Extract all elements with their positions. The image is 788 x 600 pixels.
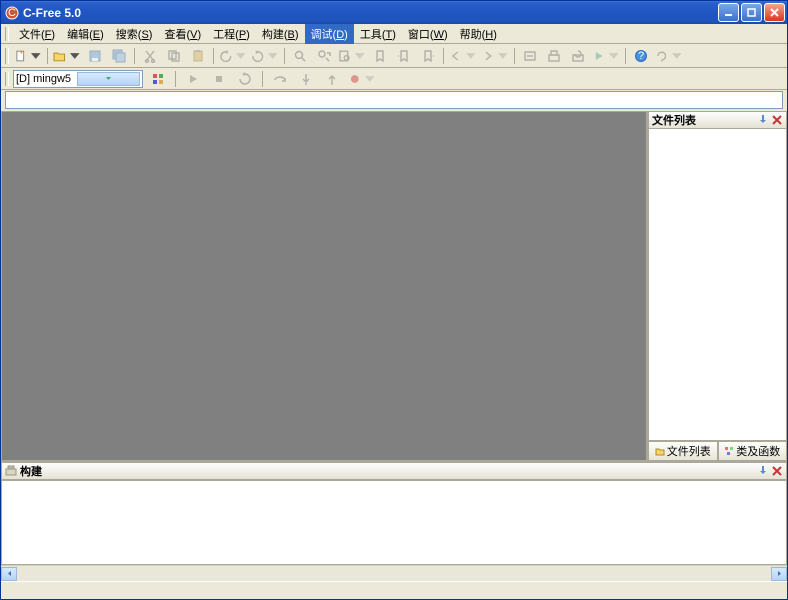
menu-bar: 文件(F) 编辑(E) 搜索(S) 查看(V) 工程(P) 构建(B) 调试(D… [1,24,787,44]
save-button[interactable] [84,46,106,66]
maximize-button[interactable] [741,3,762,22]
toolbar-separator [625,48,626,64]
output-panel: 构建 [1,461,787,581]
horizontal-scrollbar[interactable] [1,565,787,581]
build-config-value: [D] mingw5 [16,73,77,85]
find-in-files-button[interactable] [337,46,367,66]
config-settings-button[interactable] [147,69,169,89]
status-bar [1,581,787,599]
svg-text:C: C [8,7,16,19]
output-panel-title: 构建 [20,463,42,479]
toolbar-separator [47,48,48,64]
menu-file[interactable]: 文件(F) [13,24,61,44]
debug-restart-button[interactable] [234,69,256,89]
debug-stop-button[interactable] [208,69,230,89]
right-panel: 文件列表 文件列表 类及函数 [647,111,787,461]
step-into-button[interactable] [295,69,317,89]
address-bar[interactable] [5,91,783,109]
toolbar-separator [175,71,176,87]
bookmark-prev-button[interactable] [393,46,415,66]
menu-search[interactable]: 搜索(S) [110,24,159,44]
folder-icon [655,446,665,456]
copy-button[interactable] [163,46,185,66]
menu-help[interactable]: 帮助(H) [454,24,503,44]
help-context-button[interactable] [654,46,684,66]
class-icon [724,446,734,456]
debug-start-button[interactable] [182,69,204,89]
close-panel-icon[interactable] [771,114,783,126]
toolbar-separator [443,48,444,64]
config-grip [5,72,9,86]
right-panel-tabs: 文件列表 类及函数 [648,441,787,461]
bookmark-next-button[interactable] [417,46,439,66]
help-button[interactable]: ? [630,46,652,66]
menu-tools[interactable]: 工具(T) [354,24,402,44]
toolbar-separator [213,48,214,64]
new-file-button[interactable] [13,46,43,66]
workspace: 文件列表 文件列表 类及函数 [1,111,787,461]
tab-file-list[interactable]: 文件列表 [648,441,718,461]
save-all-button[interactable] [108,46,130,66]
window-title: C-Free 5.0 [23,6,718,20]
undo-button[interactable] [218,46,248,66]
menu-window[interactable]: 窗口(W) [402,24,454,44]
toolbar-separator [134,48,135,64]
step-over-button[interactable] [269,69,291,89]
cut-button[interactable] [139,46,161,66]
bookmark-button[interactable] [369,46,391,66]
scroll-right-button[interactable] [771,567,787,581]
tab-classes[interactable]: 类及函数 [718,441,788,461]
config-toolbar: [D] mingw5 [1,68,787,90]
file-list-panel-title: 文件列表 [652,112,696,128]
build-config-select[interactable]: [D] mingw5 [13,70,143,88]
chevron-down-icon [77,72,140,86]
compile-button[interactable] [519,46,541,66]
build-button[interactable] [543,46,565,66]
paste-button[interactable] [187,46,209,66]
title-bar: C C-Free 5.0 [1,1,787,24]
output-body[interactable] [1,480,787,565]
menu-project[interactable]: 工程(P) [207,24,256,44]
open-file-button[interactable] [52,46,82,66]
close-panel-icon[interactable] [771,465,783,477]
output-panel-header: 构建 [1,462,787,480]
toolbar-separator [262,71,263,87]
editor-area[interactable] [1,111,647,461]
file-list-panel-header: 文件列表 [648,111,787,129]
app-icon: C [5,6,19,20]
nav-forward-button[interactable] [480,46,510,66]
minimize-button[interactable] [718,3,739,22]
pin-icon[interactable] [757,114,769,126]
menu-debug[interactable]: 调试(D) [305,24,354,44]
tab-classes-label: 类及函数 [736,443,780,459]
build-icon [5,465,17,477]
menubar-grip [5,27,9,41]
menu-edit[interactable]: 编辑(E) [61,24,110,44]
close-button[interactable] [764,3,785,22]
toolbar-separator [514,48,515,64]
breakpoint-button[interactable] [347,69,377,89]
scroll-left-button[interactable] [1,567,17,581]
redo-button[interactable] [250,46,280,66]
svg-text:?: ? [638,50,644,62]
find-button[interactable] [289,46,311,66]
tab-file-list-label: 文件列表 [667,443,711,459]
toolbar-grip [5,48,9,64]
pin-icon[interactable] [757,465,769,477]
run-button[interactable] [591,46,621,66]
toolbar-separator [284,48,285,64]
menu-view[interactable]: 查看(V) [158,24,207,44]
replace-button[interactable] [313,46,335,66]
nav-back-button[interactable] [448,46,478,66]
step-out-button[interactable] [321,69,343,89]
menu-build[interactable]: 构建(B) [256,24,305,44]
rebuild-button[interactable] [567,46,589,66]
file-list-body[interactable] [648,129,787,441]
main-toolbar: ? [1,44,787,68]
